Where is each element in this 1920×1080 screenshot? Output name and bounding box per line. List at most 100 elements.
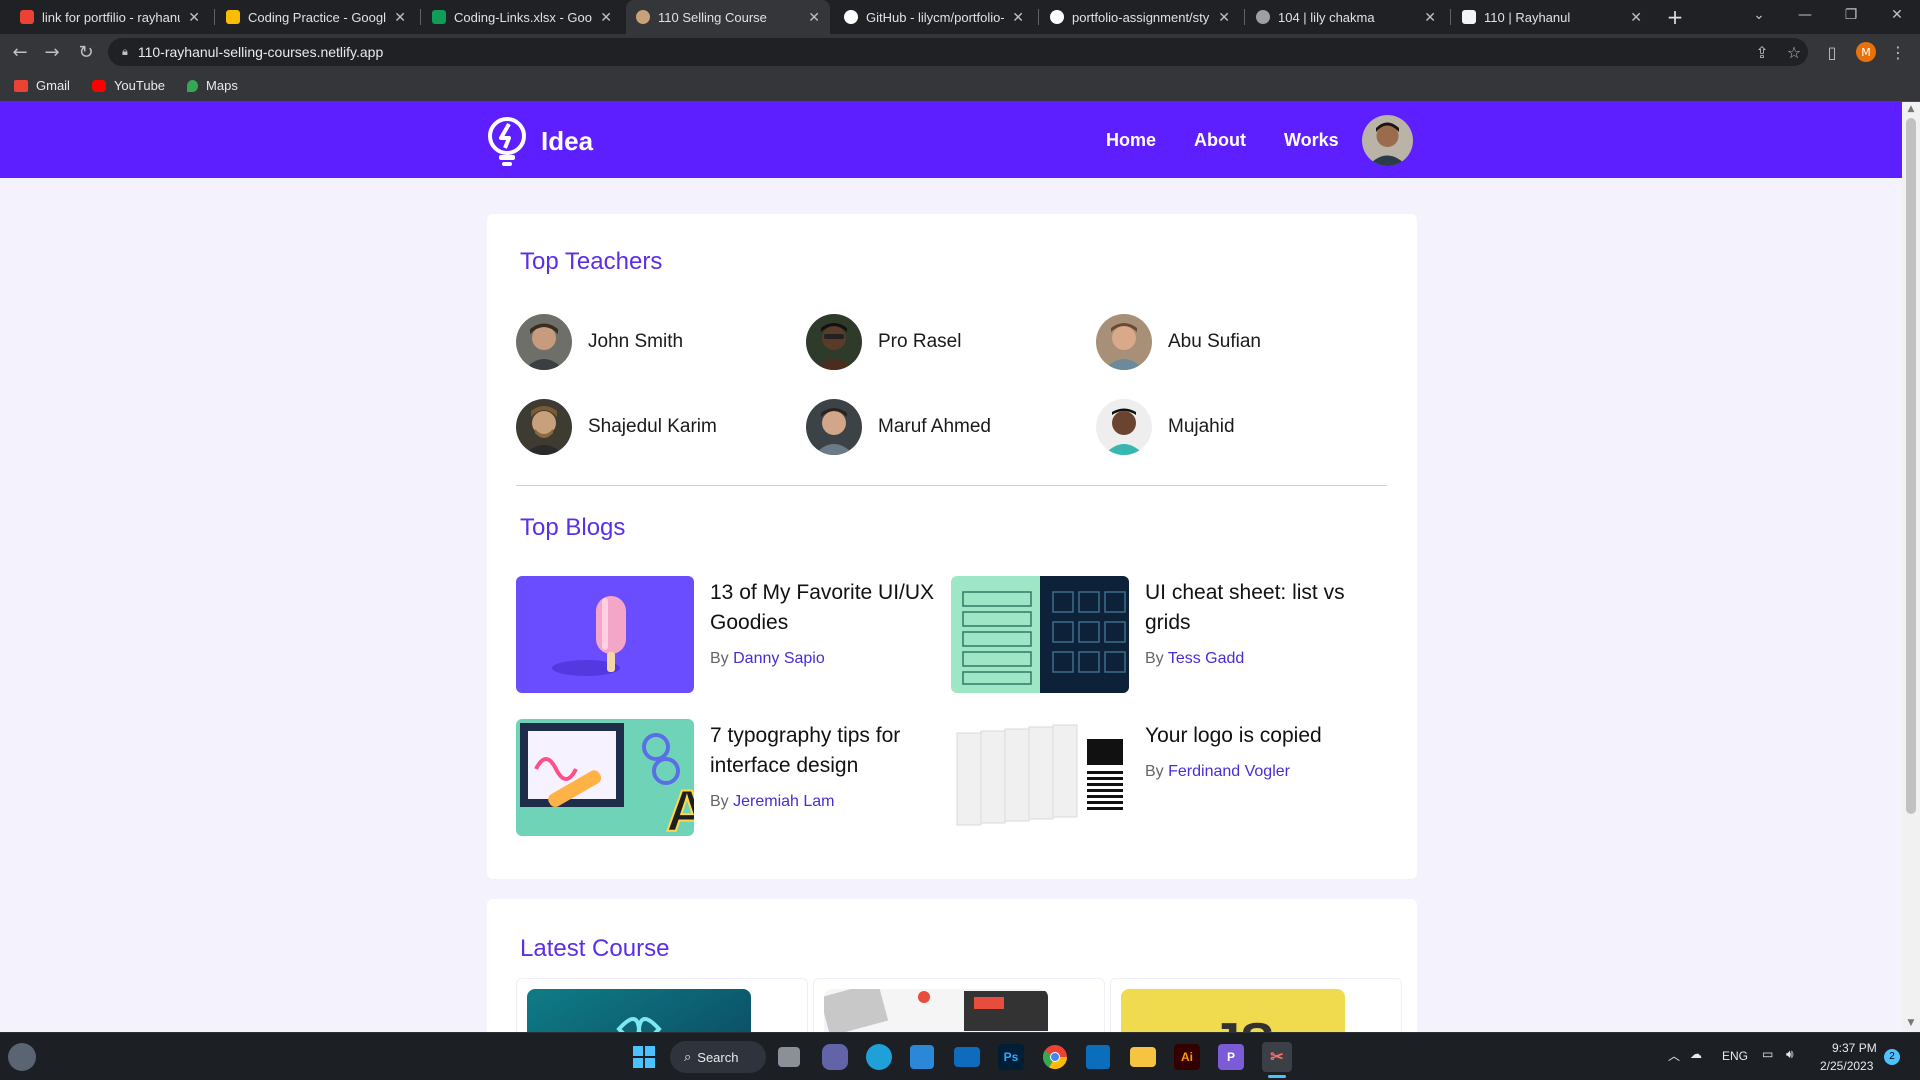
side-panel-icon[interactable]: ▯ — [1820, 40, 1844, 64]
vscode-icon[interactable] — [1086, 1045, 1110, 1069]
tab-portfolio-style[interactable]: portfolio-assignment/style ✕ — [1040, 0, 1240, 34]
tab-github-portfolio[interactable]: GitHub - lilycm/portfolio-a ✕ — [834, 0, 1034, 34]
tab-lily-chakma[interactable]: 104 | lily chakma ✕ — [1246, 0, 1446, 34]
publisher-icon[interactable]: P — [1218, 1044, 1244, 1070]
blog-author-link[interactable]: Danny Sapio — [733, 650, 825, 667]
blog-title[interactable]: 13 of My Favorite UI/UX Goodies — [710, 578, 936, 638]
nav-home[interactable]: Home — [1106, 130, 1156, 151]
url-text[interactable]: 110-rayhanul-selling-courses.netlify.app — [138, 44, 383, 60]
scroll-down-icon[interactable]: ▼ — [1905, 1018, 1917, 1030]
share-icon[interactable]: ⇪ — [1750, 40, 1774, 64]
site-logo[interactable]: Idea — [487, 116, 593, 166]
close-icon[interactable]: ✕ — [1630, 9, 1642, 26]
volume-icon[interactable]: 🔊︎ — [1786, 1047, 1794, 1062]
teacher-item[interactable]: John Smith — [516, 314, 683, 370]
close-icon[interactable]: ✕ — [808, 9, 820, 26]
blog-title[interactable]: UI cheat sheet: list vs grids — [1145, 578, 1391, 638]
notification-badge[interactable]: 2 — [1884, 1049, 1900, 1065]
blog-author-link[interactable]: Jeremiah Lam — [733, 793, 834, 810]
tray-chevron-icon[interactable]: ︿ — [1668, 1047, 1680, 1064]
bookmark-star-icon[interactable]: ☆ — [1782, 40, 1806, 64]
new-tab-button[interactable]: + — [1662, 4, 1688, 30]
tab-coding-links[interactable]: Coding-Links.xlsx - Google ✕ — [422, 0, 622, 34]
scrollbar-thumb[interactable] — [1906, 118, 1916, 814]
file-explorer-icon[interactable] — [1130, 1047, 1156, 1067]
blog-item[interactable]: UI cheat sheet: list vs grids By Tess Ga… — [951, 576, 1391, 693]
network-cloud-icon[interactable]: ☁ — [1690, 1047, 1702, 1061]
bookmark-gmail[interactable]: Gmail — [14, 78, 70, 93]
mail-icon[interactable] — [954, 1047, 980, 1067]
language-indicator[interactable]: ENG — [1722, 1049, 1748, 1063]
close-icon[interactable]: ✕ — [1424, 9, 1436, 26]
reload-icon[interactable]: ↻ — [74, 40, 98, 64]
teacher-item[interactable]: Shajedul Karim — [516, 399, 717, 455]
photoshop-icon[interactable]: Ps — [998, 1044, 1024, 1070]
close-icon[interactable]: ✕ — [600, 9, 612, 26]
restore-icon[interactable]: ❐ — [1828, 0, 1874, 30]
display-icon[interactable]: ▭ — [1762, 1047, 1773, 1061]
teacher-name: John Smith — [588, 331, 684, 352]
profile-avatar[interactable]: M — [1856, 42, 1876, 62]
blog-thumbnail-typography: A — [516, 719, 694, 836]
teacher-item[interactable]: Abu Sufian — [1096, 314, 1261, 370]
blog-author-link[interactable]: Ferdinand Vogler — [1168, 763, 1290, 780]
tab-rayhanul[interactable]: 110 | Rayhanul ✕ — [1452, 0, 1652, 34]
tab-portfolio-link[interactable]: link for portfilio - rayhanul ✕ — [10, 0, 210, 34]
clock-time[interactable]: 9:37 PM — [1832, 1041, 1877, 1055]
chrome-icon[interactable] — [1042, 1044, 1068, 1070]
tab-search-chevron-icon[interactable]: ⌄ — [1736, 0, 1782, 30]
blog-author-link[interactable]: Tess Gadd — [1168, 650, 1244, 667]
blog-item[interactable]: Your logo is copied By Ferdinand Vogler — [951, 719, 1391, 836]
user-avatar[interactable] — [1362, 115, 1413, 166]
bookmark-youtube[interactable]: YouTube — [91, 78, 165, 93]
microsoft-store-icon[interactable] — [910, 1045, 934, 1069]
teacher-item[interactable]: Pro Rasel — [806, 314, 961, 370]
maps-pin-icon — [187, 79, 199, 92]
nav-about[interactable]: About — [1194, 130, 1246, 151]
blog-item[interactable]: 13 of My Favorite UI/UX Goodies By Danny… — [516, 576, 936, 693]
taskbar-search[interactable]: ⌕ Search — [670, 1041, 766, 1073]
teacher-item[interactable]: Maruf Ahmed — [806, 399, 991, 455]
tab-coding-practice[interactable]: Coding Practice - Google D ✕ — [216, 0, 416, 34]
back-arrow-icon[interactable]: ← — [8, 40, 32, 64]
github-favicon-icon — [844, 10, 858, 24]
github-favicon-icon — [1050, 10, 1064, 24]
windows-start-icon[interactable] — [628, 1041, 660, 1073]
menu-kebab-icon[interactable]: ⋮ — [1886, 40, 1910, 64]
task-view-icon[interactable] — [778, 1047, 800, 1067]
edge-browser-icon[interactable] — [866, 1044, 892, 1070]
blog-title[interactable]: Your logo is copied — [1145, 721, 1322, 751]
scissors-icon: ✂ — [1270, 1049, 1284, 1066]
minimize-icon[interactable]: — — [1782, 0, 1828, 30]
tab-selling-course[interactable]: 110 Selling Course ✕ — [626, 0, 830, 34]
bookmark-maps[interactable]: Maps — [187, 78, 238, 93]
course-card[interactable] — [516, 978, 808, 1032]
forward-arrow-icon[interactable]: → — [40, 40, 64, 64]
lock-icon[interactable]: 🔒︎ — [122, 45, 128, 59]
course-thumbnail: JS — [1121, 989, 1345, 1032]
scroll-up-icon[interactable]: ▲ — [1905, 104, 1917, 116]
snipping-tool-icon[interactable]: ✂ — [1262, 1042, 1292, 1072]
course-card[interactable]: JS — [1110, 978, 1402, 1032]
tab-title: 110 | Rayhanul — [1484, 9, 1571, 25]
weather-widget-icon[interactable] — [8, 1043, 36, 1071]
blog-item[interactable]: A 7 typography tips for interface design… — [516, 719, 936, 836]
close-icon[interactable]: ✕ — [394, 9, 406, 26]
clock-date[interactable]: 2/25/2023 — [1820, 1059, 1873, 1073]
close-icon[interactable]: ✕ — [1218, 9, 1230, 26]
nav-works[interactable]: Works — [1284, 130, 1339, 151]
illustrator-icon[interactable]: Ai — [1174, 1044, 1200, 1070]
tab-divider — [214, 9, 215, 25]
blog-title[interactable]: 7 typography tips for interface design — [710, 721, 936, 781]
blog-thumbnail-logo-copies — [951, 719, 1129, 836]
active-app-indicator — [1268, 1075, 1286, 1078]
close-icon[interactable]: ✕ — [188, 9, 200, 26]
course-card[interactable] — [813, 978, 1105, 1032]
window-close-icon[interactable]: ✕ — [1874, 0, 1920, 30]
teacher-avatar — [806, 399, 862, 455]
close-icon[interactable]: ✕ — [1012, 9, 1024, 26]
teacher-item[interactable]: Mujahid — [1096, 399, 1235, 455]
address-bar[interactable]: 🔒︎ 110-rayhanul-selling-courses.netlify.… — [108, 38, 1808, 66]
gmail-icon — [14, 79, 28, 92]
teams-chat-icon[interactable] — [822, 1044, 848, 1070]
